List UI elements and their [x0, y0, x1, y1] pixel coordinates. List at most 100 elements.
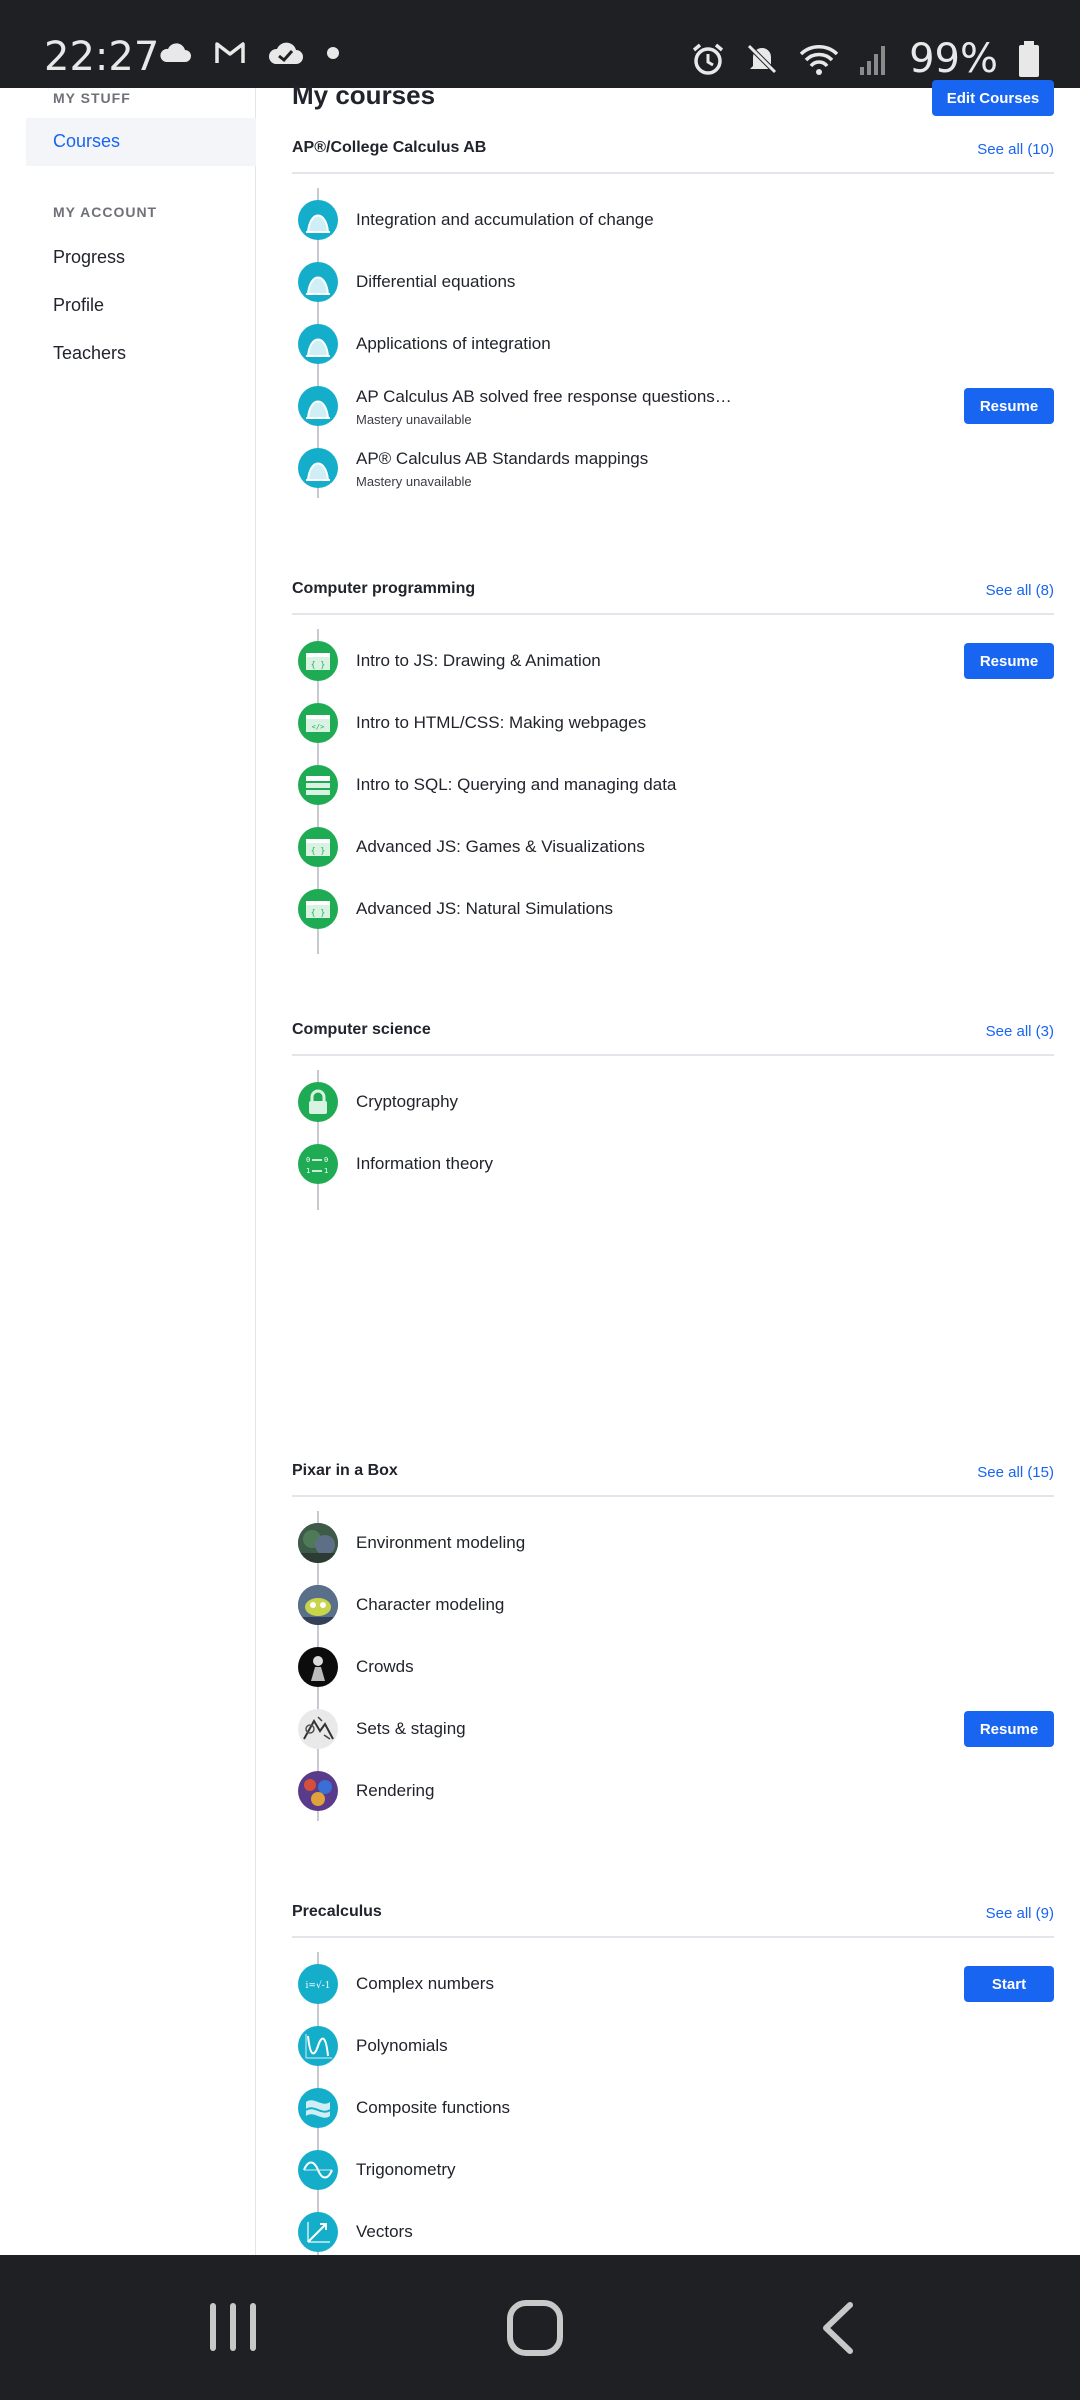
svg-text:i=√-1: i=√-1 — [306, 1980, 331, 1991]
resume-button[interactable]: Resume — [964, 643, 1054, 679]
recent-apps-icon[interactable] — [206, 2299, 260, 2355]
course-title[interactable]: Pixar in a Box — [292, 1462, 398, 1480]
signal-icon — [860, 46, 886, 75]
course-title[interactable]: Precalculus — [292, 1903, 382, 1921]
course-card-computer-programming: Computer programming See all (8) { } Int… — [292, 575, 1054, 954]
cloud-icon — [160, 43, 191, 62]
battery-icon — [1019, 41, 1039, 77]
list-item[interactable]: Rendering — [292, 1759, 1054, 1821]
sidebar-item-label: Courses — [53, 131, 121, 151]
page-title: My courses — [292, 80, 436, 110]
sidebar-item-profile[interactable]: Profile — [53, 295, 104, 316]
composite-function-icon — [298, 2088, 338, 2128]
see-all-link[interactable]: See all (9) — [986, 1905, 1054, 1922]
unit-list: Environment modeling Character modeling … — [292, 1511, 1054, 1821]
list-item[interactable]: Cryptography — [292, 1070, 1054, 1132]
polynomial-graph-icon — [298, 2026, 338, 2066]
calculus-curve-icon — [298, 386, 338, 426]
list-item[interactable]: 0 0 1 1 Information theory — [292, 1132, 1054, 1194]
see-all-link[interactable]: See all (15) — [977, 1464, 1054, 1481]
see-all-link[interactable]: See all (10) — [977, 141, 1054, 158]
edit-courses-button[interactable]: Edit Courses — [932, 80, 1054, 116]
my-account-label: MY ACCOUNT — [53, 204, 158, 220]
sets-sketch-thumbnail-icon — [298, 1709, 338, 1749]
see-all-link[interactable]: See all (8) — [986, 582, 1054, 599]
sidebar-item-courses[interactable]: Courses — [26, 118, 256, 166]
unit-title: Advanced JS: Games & Visualizations — [356, 837, 645, 856]
resume-button[interactable]: Resume — [964, 1711, 1054, 1747]
unit-title: Polynomials — [356, 2036, 448, 2055]
see-all-link[interactable]: See all (3) — [986, 1023, 1054, 1040]
my-stuff-label: MY STUFF — [53, 90, 131, 106]
list-item[interactable]: Applications of integration — [292, 312, 1054, 374]
course-title[interactable]: Computer science — [292, 1021, 431, 1039]
sine-wave-icon — [298, 2150, 338, 2190]
list-item[interactable]: i=√-1 Complex numbers Start — [292, 1952, 1054, 2014]
alarm-icon — [692, 43, 724, 75]
unit-subtitle: Mastery unavailable — [356, 474, 472, 489]
svg-text:</>: </> — [312, 723, 325, 731]
unit-title: Differential equations — [356, 272, 516, 291]
list-item[interactable]: Trigonometry — [292, 2138, 1054, 2200]
resume-button[interactable]: Resume — [964, 388, 1054, 424]
unit-list: Cryptography 0 0 1 1 Information theory — [292, 1070, 1054, 1210]
course-card-computer-science: Computer science See all (3) Cryptograph… — [292, 1016, 1054, 1210]
unit-list: i=√-1 Complex numbers Start Polynomials … — [292, 1952, 1054, 2262]
svg-text:{ }: { } — [311, 846, 325, 855]
crowds-thumbnail-icon — [298, 1647, 338, 1687]
mute-icon — [747, 44, 777, 74]
lock-icon — [298, 1082, 338, 1122]
unit-title: Crowds — [356, 1657, 414, 1676]
sidebar-item-teachers[interactable]: Teachers — [53, 343, 126, 364]
complex-number-icon: i=√-1 — [298, 1964, 338, 2004]
dot-icon — [327, 47, 339, 59]
start-button[interactable]: Start — [964, 1966, 1054, 2002]
course-title[interactable]: AP®/College Calculus AB — [292, 139, 486, 157]
list-item[interactable]: Differential equations — [292, 250, 1054, 312]
list-item[interactable]: Sets & staging Resume — [292, 1697, 1054, 1759]
list-item[interactable]: { } Intro to JS: Drawing & Animation Res… — [292, 629, 1054, 691]
cloud-check-icon — [268, 42, 303, 64]
list-item[interactable]: Polynomials — [292, 2014, 1054, 2076]
course-title[interactable]: Computer programming — [292, 580, 475, 598]
list-item[interactable]: </> Intro to HTML/CSS: Making webpages — [292, 691, 1054, 753]
vector-icon — [298, 2212, 338, 2252]
list-item[interactable]: { } Advanced JS: Natural Simulations — [292, 877, 1054, 939]
list-item[interactable]: Character modeling — [292, 1573, 1054, 1635]
rendering-thumbnail-icon — [298, 1771, 338, 1811]
svg-text:1: 1 — [324, 1167, 328, 1175]
unit-title: Character modeling — [356, 1595, 505, 1614]
course-card-calculus: AP®/College Calculus AB See all (10) Int… — [292, 134, 1054, 498]
list-item[interactable]: Vectors — [292, 2200, 1054, 2262]
calculus-curve-icon — [298, 448, 338, 488]
back-icon[interactable] — [818, 2299, 858, 2357]
binary-arrows-icon: 0 0 1 1 — [298, 1144, 338, 1184]
sidebar: MY STUFF Courses MY ACCOUNT Progress Pro… — [0, 88, 256, 2255]
unit-title: Vectors — [356, 2222, 413, 2241]
list-item[interactable]: Intro to SQL: Querying and managing data — [292, 753, 1054, 815]
unit-list: Integration and accumulation of change D… — [292, 188, 1054, 498]
unit-title: Rendering — [356, 1781, 435, 1800]
unit-title: Applications of integration — [356, 334, 551, 353]
unit-subtitle: Mastery unavailable — [356, 412, 472, 427]
list-item[interactable]: Crowds — [292, 1635, 1054, 1697]
list-item[interactable]: Environment modeling — [292, 1511, 1054, 1573]
environment-thumbnail-icon — [298, 1523, 338, 1563]
unit-title: AP Calculus AB solved free response ques… — [356, 387, 732, 406]
list-item[interactable]: Integration and accumulation of change — [292, 188, 1054, 250]
list-item[interactable]: AP Calculus AB solved free response ques… — [292, 374, 1054, 436]
svg-text:0: 0 — [324, 1156, 328, 1164]
unit-title: Trigonometry — [356, 2160, 456, 2179]
unit-title: Complex numbers — [356, 1974, 494, 1993]
gmail-icon — [215, 42, 245, 63]
list-item[interactable]: Composite functions — [292, 2076, 1054, 2138]
unit-title: Environment modeling — [356, 1533, 526, 1552]
home-icon[interactable] — [506, 2299, 564, 2357]
battery-percent: 99% — [909, 36, 998, 82]
unit-title: Intro to SQL: Querying and managing data — [356, 775, 677, 794]
svg-text:{ }: { } — [311, 908, 325, 917]
list-item[interactable]: AP® Calculus AB Standards mappings Maste… — [292, 436, 1054, 498]
sidebar-item-progress[interactable]: Progress — [53, 247, 125, 268]
list-item[interactable]: { } Advanced JS: Games & Visualizations — [292, 815, 1054, 877]
character-thumbnail-icon — [298, 1585, 338, 1625]
